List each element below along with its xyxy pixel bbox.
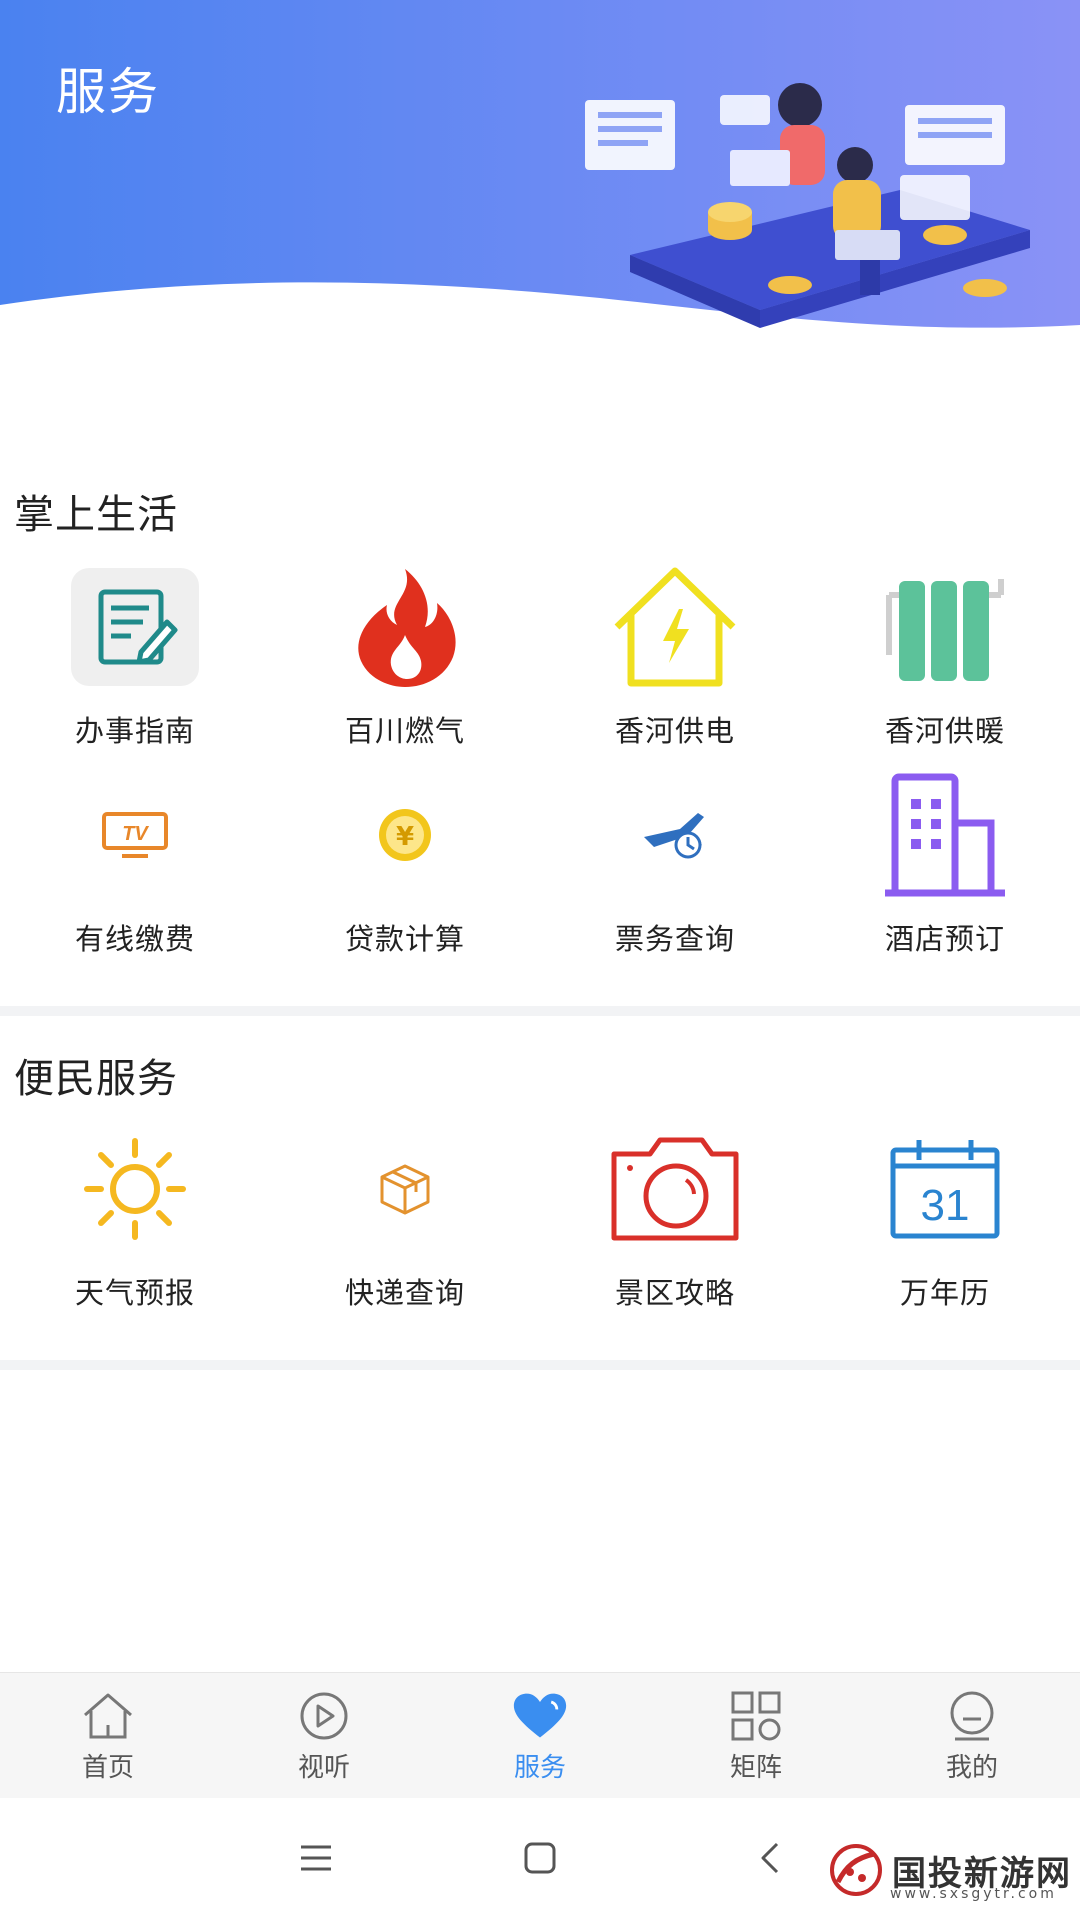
hotel-building-icon [875, 770, 1015, 900]
watermark: 国投新游网 www.sxsgytr.com [826, 1840, 1072, 1902]
service-item-hotel[interactable]: 酒店预订 [810, 770, 1080, 960]
service-item-calendar[interactable]: 31 万年历 [810, 1124, 1080, 1314]
package-icon [335, 1124, 475, 1254]
service-label: 快递查询 [344, 1276, 465, 1310]
watermark-logo-icon [830, 1844, 882, 1896]
service-item-power[interactable]: 香河供电 [540, 562, 810, 752]
tab-label: 首页 [81, 1752, 134, 1783]
service-label: 贷款计算 [344, 922, 465, 956]
service-label: 景区攻略 [614, 1276, 735, 1310]
page-title: 服务 [56, 63, 160, 121]
radiator-icon [875, 562, 1015, 692]
section-title-convenience: 便民服务 [14, 1056, 178, 1102]
back-icon[interactable] [740, 1828, 800, 1888]
user-face-icon [944, 1689, 1000, 1743]
header-banner: 服务 [0, 0, 1080, 340]
calendar-day-number: 31 [921, 1181, 970, 1230]
tab-matrix[interactable]: 矩阵 [648, 1673, 864, 1799]
section-divider [0, 1360, 1080, 1370]
service-item-cable-tv[interactable]: TV 有线缴费 [0, 770, 270, 960]
grid-icon [728, 1689, 784, 1743]
service-item-loan-calc[interactable]: ¥ 贷款计算 [270, 770, 540, 960]
service-item-heating[interactable]: 香河供暖 [810, 562, 1080, 752]
header-background [0, 0, 1080, 328]
service-label: 万年历 [899, 1276, 990, 1310]
sun-icon [65, 1124, 205, 1254]
service-label: 天气预报 [74, 1276, 195, 1310]
service-label: 百川燃气 [344, 714, 465, 748]
home-square-icon[interactable] [510, 1828, 570, 1888]
airplane-clock-icon [605, 770, 745, 900]
service-item-scenic[interactable]: 景区攻略 [540, 1124, 810, 1314]
service-item-weather[interactable]: 天气预报 [0, 1124, 270, 1314]
tab-label: 视听 [297, 1752, 350, 1783]
service-label: 有线缴费 [74, 922, 195, 956]
service-screen: 服务 掌上生活 办事指南 百川燃气 香河供电 香河供暖 TV 有线缴费 ¥ 贷款… [0, 0, 1080, 1920]
power-house-icon [605, 562, 745, 692]
service-label: 办事指南 [74, 714, 195, 748]
service-item-gas[interactable]: 百川燃气 [270, 562, 540, 752]
service-item-express[interactable]: 快递查询 [270, 1124, 540, 1314]
service-label: 酒店预订 [884, 922, 1005, 956]
svg-text:TV: TV [122, 823, 149, 845]
bottom-tab-bar: 首页 视听 服务 矩阵 我的 [0, 1672, 1080, 1798]
tab-label: 我的 [945, 1752, 998, 1783]
service-label: 香河供暖 [884, 714, 1005, 748]
service-item-tickets[interactable]: 票务查询 [540, 770, 810, 960]
gas-flame-icon [335, 562, 475, 692]
service-label: 票务查询 [614, 922, 735, 956]
service-item-guide[interactable]: 办事指南 [0, 562, 270, 752]
home-icon [80, 1689, 136, 1743]
tab-service[interactable]: 服务 [432, 1673, 648, 1799]
section-title-palm-life: 掌上生活 [14, 492, 178, 538]
service-label: 香河供电 [614, 714, 735, 748]
tab-home[interactable]: 首页 [0, 1673, 216, 1799]
play-icon [296, 1689, 352, 1743]
tv-icon: TV [65, 770, 205, 900]
svg-text:¥: ¥ [396, 822, 414, 852]
yuan-coin-icon: ¥ [335, 770, 475, 900]
calendar-icon: 31 [875, 1124, 1015, 1254]
heart-icon [512, 1689, 568, 1743]
tab-label: 矩阵 [729, 1752, 782, 1783]
camera-icon [605, 1124, 745, 1254]
watermark-url: www.sxsgytr.com [890, 1886, 1057, 1902]
section-divider [0, 1006, 1080, 1016]
tab-mine[interactable]: 我的 [864, 1673, 1080, 1799]
menu-icon[interactable] [286, 1828, 346, 1888]
tab-audio-video[interactable]: 视听 [216, 1673, 432, 1799]
tab-label: 服务 [513, 1752, 566, 1783]
guide-document-icon [65, 562, 205, 692]
